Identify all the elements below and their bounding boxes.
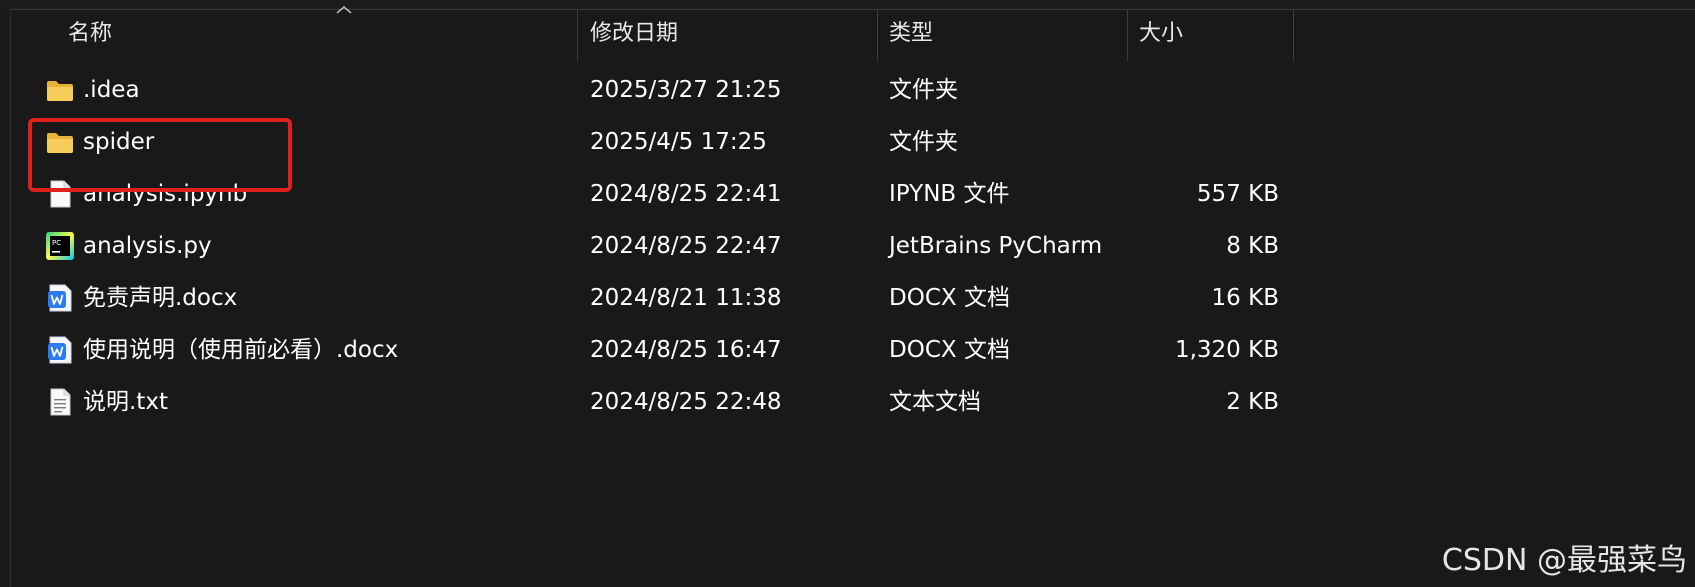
watermark: CSDN @最强菜鸟	[1441, 543, 1687, 578]
file-modified: 2024/8/25 22:48	[590, 389, 782, 415]
file-name: 说明.txt	[83, 389, 168, 415]
file-type: DOCX 文档	[889, 285, 1010, 311]
file-modified: 2024/8/21 11:38	[590, 285, 782, 311]
file-modified: 2024/8/25 22:41	[590, 181, 782, 207]
file-size: 557 KB	[1196, 181, 1279, 207]
file-modified: 2024/8/25 16:47	[590, 337, 782, 363]
file-size: 16 KB	[1211, 285, 1279, 311]
column-header-size[interactable]: 大小	[1139, 9, 1279, 61]
folder-icon	[47, 81, 73, 101]
text-file-icon	[50, 388, 71, 416]
column-header-modified[interactable]: 修改日期	[590, 9, 870, 61]
file-modified: 2024/8/25 22:47	[590, 233, 782, 259]
file-row[interactable]: 使用说明（使用前必看）.docx 2024/8/25 16:47 DOCX 文档…	[11, 322, 1411, 378]
file-type: JetBrains PyCharm	[889, 233, 1103, 259]
column-header-bar: 名称 修改日期 类型 大小	[0, 9, 1695, 61]
file-row[interactable]: .idea 2025/3/27 21:25 文件夹	[11, 62, 1411, 118]
file-modified: 2025/4/5 17:25	[590, 129, 767, 155]
pycharm-file-icon: PC	[46, 232, 74, 260]
file-name: analysis.py	[83, 233, 212, 259]
file-name: 使用说明（使用前必看）.docx	[83, 337, 399, 363]
file-size: 8 KB	[1226, 233, 1279, 259]
wps-word-file-icon	[48, 284, 72, 312]
highlight-box-spider	[28, 118, 292, 192]
file-row[interactable]: PC analysis.py 2024/8/25 22:47 JetBrains…	[11, 218, 1411, 274]
column-divider[interactable]	[1127, 9, 1128, 61]
column-divider[interactable]	[877, 9, 878, 61]
file-size: 2 KB	[1226, 389, 1279, 415]
file-size	[1139, 62, 1279, 118]
file-name: 免责声明.docx	[83, 285, 238, 311]
file-size	[1139, 114, 1279, 170]
file-name: .idea	[83, 77, 140, 103]
column-divider[interactable]	[1293, 9, 1294, 61]
column-divider[interactable]	[577, 9, 578, 61]
wps-word-file-icon	[48, 336, 72, 364]
file-type: IPYNB 文件	[889, 181, 1010, 207]
file-type: DOCX 文档	[889, 337, 1010, 363]
file-type: 文件夹	[889, 77, 958, 103]
svg-text:PC: PC	[52, 239, 61, 247]
file-type: 文件夹	[889, 129, 958, 155]
file-row[interactable]: 免责声明.docx 2024/8/21 11:38 DOCX 文档 16 KB	[11, 270, 1411, 326]
file-row[interactable]: 说明.txt 2024/8/25 22:48 文本文档 2 KB	[11, 374, 1411, 430]
file-type: 文本文档	[889, 389, 981, 415]
file-size: 1,320 KB	[1174, 337, 1279, 363]
file-modified: 2025/3/27 21:25	[590, 77, 782, 103]
column-header-type[interactable]: 类型	[889, 9, 1119, 61]
navigation-pane-edge	[0, 9, 11, 587]
column-header-name[interactable]: 名称	[68, 9, 568, 61]
